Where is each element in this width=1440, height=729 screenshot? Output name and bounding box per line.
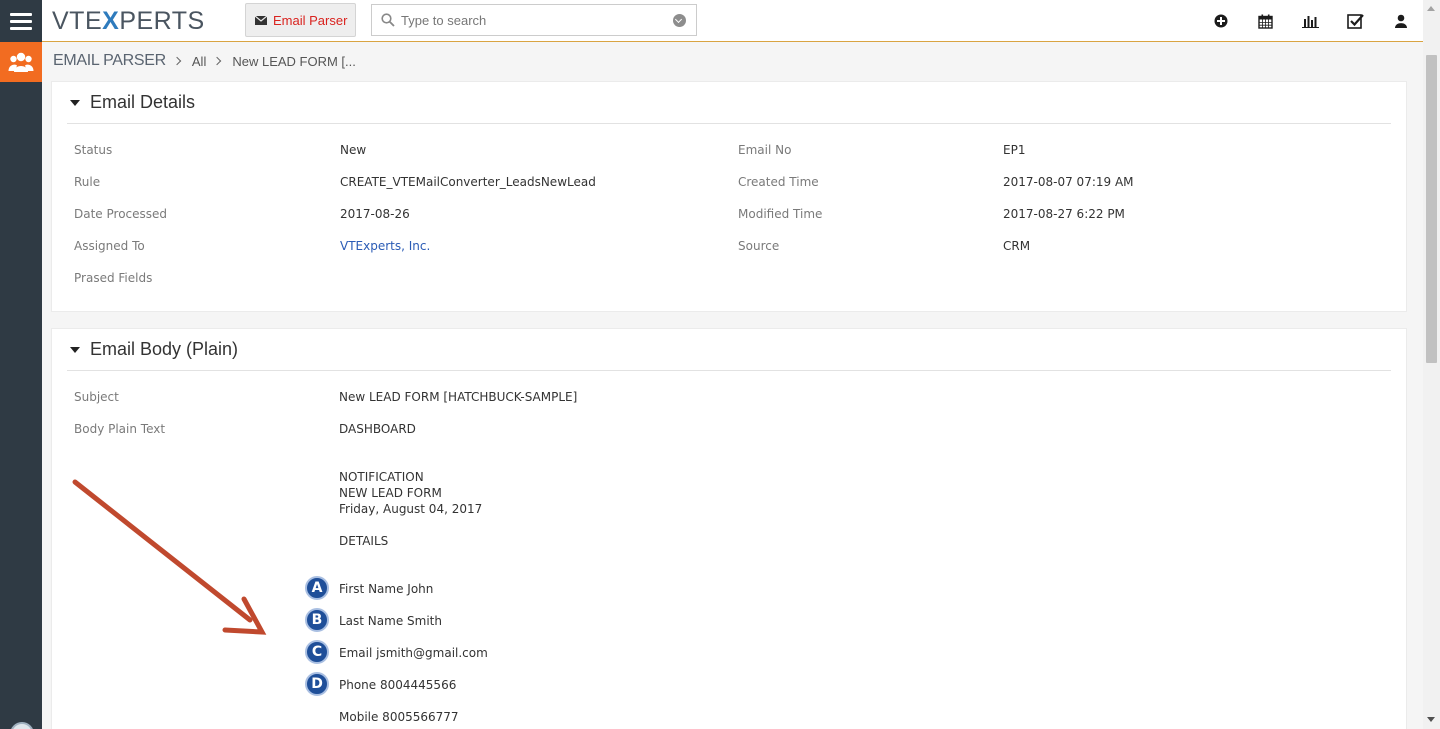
breadcrumb-all[interactable]: All — [192, 54, 206, 69]
body-line-last-name: Last Name Smith — [339, 614, 442, 628]
breadcrumb: EMAIL PARSER All New LEAD FORM [... — [53, 52, 356, 70]
tasks-button[interactable] — [1333, 13, 1378, 29]
top-action-icons — [1198, 0, 1423, 42]
field-label-created-time: Created Time — [738, 175, 819, 189]
email-details-block: Email Details Status New Rule CREATE_VTE… — [51, 81, 1407, 312]
email-body-header[interactable]: Email Body (Plain) — [67, 329, 1391, 371]
chevron-right-icon — [172, 56, 182, 66]
quick-create-button[interactable] — [1198, 14, 1243, 28]
envelope-icon — [255, 15, 267, 25]
vtexperts-logo[interactable]: VTEXPERTS — [52, 7, 205, 36]
body-line-email: Email jsmith@gmail.com — [339, 646, 488, 660]
scrollbar-thumb[interactable] — [1426, 55, 1437, 363]
field-label-parsed-fields: Prased Fields — [74, 271, 153, 285]
field-value-rule: CREATE_VTEMailConverter_LeadsNewLead — [340, 175, 596, 189]
help-circle-icon[interactable] — [10, 722, 34, 729]
body-line: DETAILS — [339, 534, 389, 548]
field-value-created-time: 2017-08-07 07:19 AM — [1003, 175, 1134, 189]
scroll-up-arrow-icon[interactable] — [1427, 6, 1435, 11]
module-tab-email-parser[interactable]: Email Parser — [245, 3, 356, 37]
field-value-modified-time: 2017-08-27 6:22 PM — [1003, 207, 1125, 221]
left-sidebar — [0, 0, 42, 729]
search-options-dropdown-icon[interactable] — [673, 14, 686, 27]
caret-down-icon — [70, 346, 80, 353]
field-label-date-processed: Date Processed — [74, 207, 168, 221]
user-icon — [1394, 14, 1407, 28]
calendar-icon — [1258, 14, 1273, 29]
body-line: NEW LEAD FORM — [339, 486, 442, 500]
field-label-subject: Subject — [74, 390, 119, 404]
chevron-right-icon — [213, 56, 222, 66]
global-search — [371, 4, 697, 36]
body-line-phone: Phone 8004445566 — [339, 678, 457, 692]
section-title: Email Body (Plain) — [90, 339, 239, 359]
top-navbar: VTEXPERTS Email Parser — [42, 0, 1423, 42]
field-label-email-no: Email No — [738, 143, 792, 157]
field-label-assigned-to: Assigned To — [74, 239, 145, 253]
page-scrollbar[interactable] — [1423, 0, 1440, 729]
field-value-subject: New LEAD FORM [HATCHBUCK-SAMPLE] — [339, 390, 578, 404]
caret-down-icon — [70, 99, 80, 106]
field-label-modified-time: Modified Time — [738, 207, 823, 221]
users-module-icon[interactable] — [0, 42, 42, 82]
field-label-rule: Rule — [74, 175, 101, 189]
annotation-badge-a: A — [305, 576, 329, 600]
scroll-down-arrow-icon[interactable] — [1427, 717, 1435, 722]
body-line: NOTIFICATION — [339, 470, 424, 484]
annotation-badge-c: C — [305, 640, 329, 664]
annotation-badge-b: B — [305, 608, 329, 632]
search-icon — [381, 13, 395, 27]
checkbox-icon — [1347, 14, 1364, 29]
body-line-mobile: Mobile 8005566777 — [339, 710, 459, 724]
field-label-status: Status — [74, 143, 113, 157]
field-value-email-no: EP1 — [1003, 143, 1026, 157]
bar-chart-icon — [1302, 16, 1319, 28]
search-input[interactable] — [401, 12, 661, 28]
field-label-body-plain-text: Body Plain Text — [74, 422, 166, 436]
annotation-arrow-icon — [72, 479, 267, 635]
field-value-assigned-to-link[interactable]: VTExperts, Inc. — [340, 239, 430, 253]
field-value-status: New — [340, 143, 367, 157]
calendar-button[interactable] — [1243, 14, 1288, 29]
body-line: Friday, August 04, 2017 — [339, 502, 483, 516]
email-details-header[interactable]: Email Details — [67, 82, 1391, 124]
plus-circle-icon — [1214, 14, 1227, 28]
breadcrumb-module[interactable]: EMAIL PARSER — [53, 52, 166, 70]
body-line-first-name: First Name John — [339, 582, 434, 596]
body-line: DASHBOARD — [339, 422, 416, 436]
field-value-date-processed: 2017-08-26 — [340, 207, 410, 221]
reports-button[interactable] — [1288, 14, 1333, 28]
hamburger-menu-icon[interactable] — [0, 0, 42, 42]
section-title: Email Details — [90, 92, 196, 112]
field-value-source: CRM — [1003, 239, 1031, 253]
module-tab-label: Email Parser — [273, 12, 348, 28]
breadcrumb-record: New LEAD FORM [... — [232, 53, 356, 69]
user-menu-button[interactable] — [1378, 14, 1423, 28]
annotation-badge-d: D — [305, 672, 329, 696]
field-label-source: Source — [738, 239, 780, 253]
